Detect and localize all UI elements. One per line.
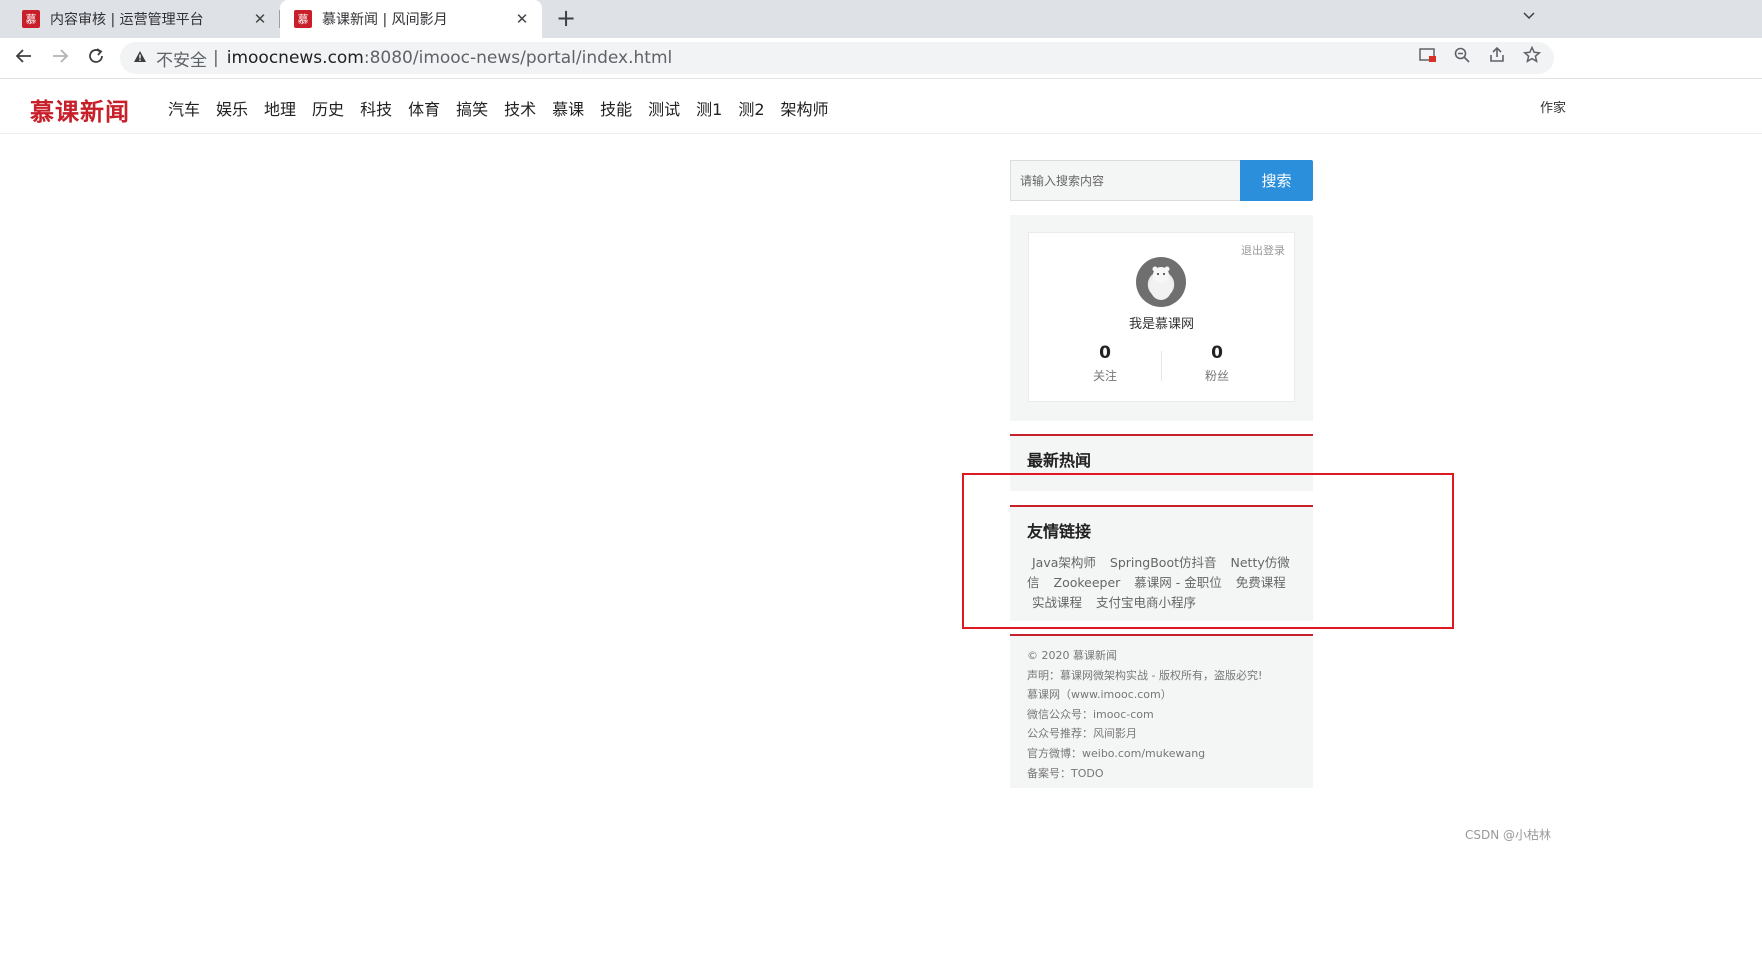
footer-copyright: © 2020 慕课新闻 [1027, 649, 1117, 662]
category-nav: 汽车 娱乐 地理 历史 科技 体育 搞笑 技术 慕课 技能 测试 测1 测2 架… [168, 96, 845, 120]
nav-item[interactable]: 架构师 [781, 96, 829, 120]
not-secure-label: 不安全 [156, 50, 207, 71]
footer-icp: 备案号：TODO [1027, 766, 1104, 780]
forward-arrow-icon[interactable] [46, 44, 74, 72]
writer-link[interactable]: 作家 [1540, 97, 1566, 116]
footer-statement: 声明：慕课网微架构实战 - 版权所有，盗版必究! [1027, 668, 1263, 682]
close-icon[interactable]: ✕ [512, 10, 532, 28]
logout-link[interactable]: 退出登录 [1241, 242, 1285, 258]
url-text[interactable]: imoocnews.com:8080/imooc-news/portal/ind… [227, 48, 673, 68]
share-icon[interactable] [1485, 46, 1509, 70]
follow-stat[interactable]: 0 关注 [1065, 343, 1145, 384]
reload-icon[interactable] [82, 44, 110, 72]
footer-website: 慕课网（www.imooc.com） [1027, 688, 1172, 702]
nav-item[interactable]: 娱乐 [216, 96, 248, 120]
nav-item[interactable]: 技能 [600, 96, 632, 120]
site-footer: © 2020 慕课新闻 声明：慕课网微架构实战 - 版权所有，盗版必究! 慕课网… [1010, 634, 1313, 788]
nav-item[interactable]: 慕课 [552, 96, 584, 120]
site-favicon-icon: 慕 [294, 10, 312, 28]
stat-divider [1161, 351, 1162, 381]
new-tab-button[interactable]: + [552, 4, 580, 32]
browser-tab-strip: 慕 内容审核 | 运营管理平台 ✕ 慕 慕课新闻 | 风间影月 ✕ + [0, 0, 1762, 38]
footer-wechat: 微信公众号：imooc-com [1027, 707, 1154, 721]
user-panel: 退出登录 我是慕课网 0 关注 0 粉丝 [1010, 215, 1313, 421]
back-arrow-icon[interactable] [10, 44, 38, 72]
nav-item[interactable]: 测2 [738, 96, 764, 120]
tab-content-review[interactable]: 慕 内容审核 | 运营管理平台 ✕ [8, 0, 280, 38]
footer-weibo: 官方微博：weibo.com/mukewang [1027, 746, 1206, 760]
site-header: 慕课新闻 汽车 娱乐 地理 历史 科技 体育 搞笑 技术 慕课 技能 测试 测1… [0, 79, 1762, 134]
user-card: 退出登录 我是慕课网 0 关注 0 粉丝 [1028, 232, 1295, 402]
tab-imooc-news[interactable]: 慕 慕课新闻 | 风间影月 ✕ [280, 0, 542, 38]
url-divider: | [213, 48, 219, 68]
fans-count: 0 [1211, 343, 1223, 363]
user-nickname[interactable]: 我是慕课网 [1029, 313, 1294, 332]
nav-item[interactable]: 历史 [312, 96, 344, 120]
hot-news-title: 最新热闻 [1027, 451, 1092, 470]
avatar[interactable] [1136, 257, 1186, 307]
csdn-watermark: CSDN @小枯林 [1465, 828, 1552, 842]
chevron-down-icon[interactable] [1516, 6, 1542, 32]
warning-icon[interactable] [132, 50, 148, 67]
nav-item[interactable]: 汽车 [168, 96, 200, 120]
tab-title: 内容审核 | 运营管理平台 [50, 12, 204, 28]
nav-item[interactable]: 测1 [696, 96, 722, 120]
nav-item[interactable]: 科技 [360, 96, 392, 120]
zoom-icon[interactable] [1450, 46, 1474, 70]
follow-label: 关注 [1092, 369, 1117, 383]
site-logo[interactable]: 慕课新闻 [30, 92, 130, 127]
site-favicon-icon: 慕 [22, 10, 40, 28]
follow-count: 0 [1099, 343, 1111, 363]
blocked-popup-icon[interactable] [1416, 46, 1440, 70]
nav-item[interactable]: 地理 [264, 96, 296, 120]
nav-item[interactable]: 测试 [648, 96, 680, 120]
close-icon[interactable]: ✕ [250, 10, 270, 28]
url-host: imoocnews.com [226, 48, 364, 68]
nav-item[interactable]: 体育 [408, 96, 440, 120]
nav-item[interactable]: 技术 [504, 96, 536, 120]
browser-toolbar: 不安全 | imoocnews.com:8080/imooc-news/port… [0, 38, 1762, 79]
tab-title: 慕课新闻 | 风间影月 [322, 12, 448, 28]
fans-stat[interactable]: 0 粉丝 [1177, 343, 1257, 384]
search-bar: 搜索 [1010, 160, 1313, 201]
annotation-highlight-box [962, 473, 1454, 629]
search-input[interactable] [1010, 160, 1240, 201]
fans-label: 粉丝 [1204, 369, 1229, 383]
search-button[interactable]: 搜索 [1240, 160, 1313, 201]
address-bar[interactable]: 不安全 | imoocnews.com:8080/imooc-news/port… [120, 42, 1554, 74]
footer-recommend: 公众号推荐：风间影月 [1027, 727, 1137, 741]
nav-item[interactable]: 搞笑 [456, 96, 488, 120]
bookmark-star-icon[interactable] [1520, 45, 1544, 70]
url-path: :8080/imooc-news/portal/index.html [363, 48, 673, 68]
